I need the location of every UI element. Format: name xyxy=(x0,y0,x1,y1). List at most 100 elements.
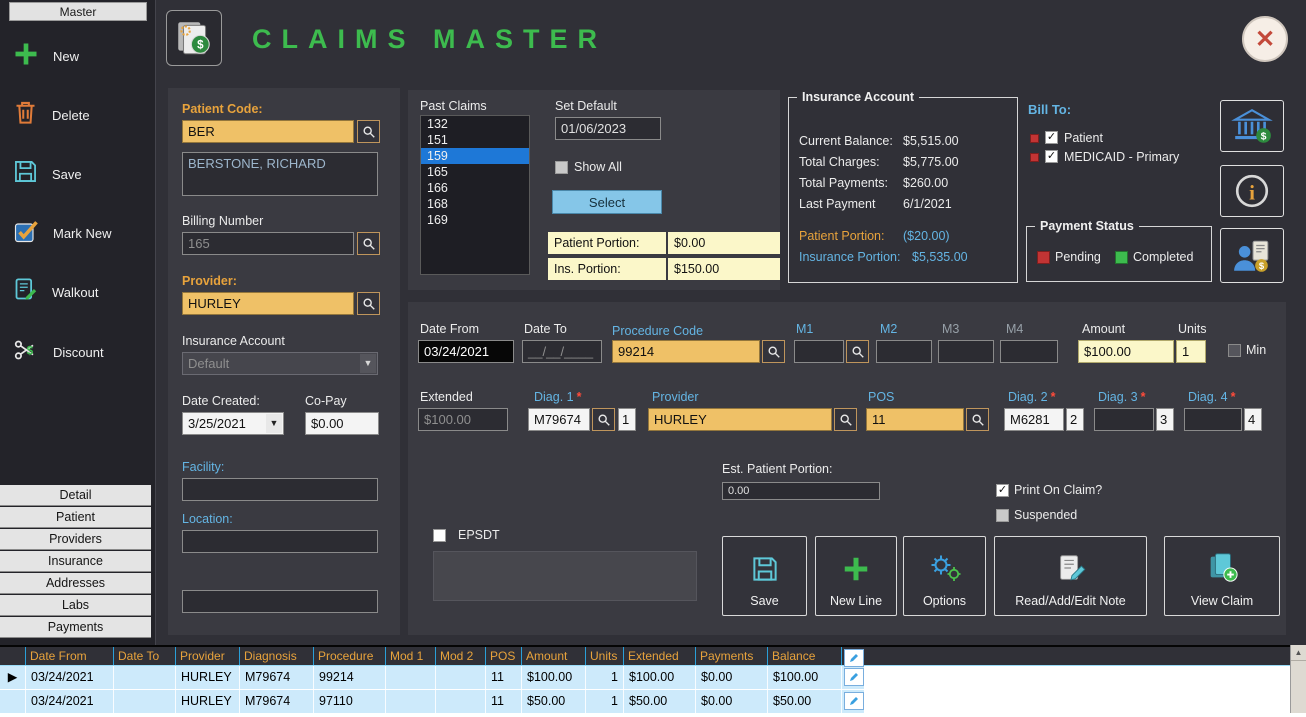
pos-input[interactable]: 11 xyxy=(866,408,964,431)
patient-code-input[interactable]: BER xyxy=(182,120,354,143)
ins-portion-value[interactable]: $150.00 xyxy=(668,258,780,280)
row-selector-arrow[interactable]: ▶ xyxy=(0,666,26,689)
units-input[interactable]: 1 xyxy=(1176,340,1206,363)
diag4-input[interactable] xyxy=(1184,408,1242,431)
extra-input[interactable] xyxy=(182,590,378,613)
column-header[interactable]: Payments xyxy=(696,647,768,665)
facility-input[interactable] xyxy=(182,478,378,501)
cell[interactable] xyxy=(114,690,176,713)
date-created-input[interactable]: 3/25/2021 ▼ xyxy=(182,412,284,435)
column-header[interactable]: Date To xyxy=(114,647,176,665)
table-row[interactable]: 03/24/2021 HURLEY M79674 97110 11 $50.00… xyxy=(0,690,1306,714)
show-all-checkbox[interactable] xyxy=(555,161,568,174)
column-header[interactable]: Units xyxy=(586,647,624,665)
cell[interactable]: 11 xyxy=(486,666,522,689)
line-provider-input[interactable]: HURLEY xyxy=(648,408,832,431)
m3-input[interactable] xyxy=(938,340,994,363)
save-line-button[interactable]: Save xyxy=(722,536,807,616)
cell[interactable]: M79674 xyxy=(240,690,314,713)
sidebar-tab-patient[interactable]: Patient xyxy=(0,507,151,528)
diag2-input[interactable]: M6281 xyxy=(1004,408,1064,431)
cell[interactable]: 03/24/2021 xyxy=(26,690,114,713)
new-button[interactable]: New xyxy=(12,33,152,79)
column-header[interactable]: Date From xyxy=(26,647,114,665)
walkout-button[interactable]: Walkout xyxy=(12,269,152,315)
cell[interactable] xyxy=(436,690,486,713)
min-checkbox[interactable] xyxy=(1228,344,1241,357)
sidebar-tab-addresses[interactable]: Addresses xyxy=(0,573,151,594)
insurance-billing-button[interactable]: $ xyxy=(1220,100,1284,152)
cell[interactable]: 99214 xyxy=(314,666,386,689)
sidebar-tab-payments[interactable]: Payments xyxy=(0,617,151,638)
cell[interactable]: $100.00 xyxy=(522,666,586,689)
cell[interactable]: 03/24/2021 xyxy=(26,666,114,689)
column-header[interactable]: Extended xyxy=(624,647,696,665)
cell[interactable] xyxy=(436,666,486,689)
list-item[interactable]: 132 xyxy=(421,116,529,132)
column-header[interactable]: Mod 1 xyxy=(386,647,436,665)
edit-row-button[interactable] xyxy=(844,692,864,710)
cell[interactable]: 1 xyxy=(586,690,624,713)
epsdt-checkbox[interactable] xyxy=(433,529,446,542)
billing-number-input[interactable]: 165 xyxy=(182,232,354,255)
column-header[interactable]: Amount xyxy=(522,647,586,665)
column-header[interactable]: Procedure xyxy=(314,647,386,665)
mark-new-button[interactable]: Mark New xyxy=(12,210,152,256)
info-button[interactable]: i xyxy=(1220,165,1284,217)
cell[interactable]: 1 xyxy=(586,666,624,689)
cell[interactable]: $50.00 xyxy=(522,690,586,713)
date-to-input[interactable]: __/__/____ xyxy=(522,340,602,363)
table-row[interactable]: ▶ 03/24/2021 HURLEY M79674 99214 11 $100… xyxy=(0,666,1306,690)
column-header[interactable]: POS xyxy=(486,647,522,665)
close-button[interactable]: ✕ xyxy=(1242,16,1288,62)
tab-master[interactable]: Master xyxy=(9,2,147,21)
m1-search-button[interactable] xyxy=(846,340,869,363)
cell[interactable]: 97110 xyxy=(314,690,386,713)
cell[interactable] xyxy=(386,666,436,689)
insurance-account-select[interactable]: Default ▼ xyxy=(182,352,378,375)
column-header[interactable]: Mod 2 xyxy=(436,647,486,665)
row-selector[interactable] xyxy=(0,690,26,713)
cell[interactable] xyxy=(386,690,436,713)
list-item[interactable]: 165 xyxy=(421,164,529,180)
select-button[interactable]: Select xyxy=(552,190,662,214)
sidebar-tab-insurance[interactable]: Insurance xyxy=(0,551,151,572)
epsdt-notes-textarea[interactable] xyxy=(433,551,697,601)
options-button[interactable]: Options xyxy=(903,536,986,616)
billing-number-search-button[interactable] xyxy=(357,232,380,255)
sidebar-tab-providers[interactable]: Providers xyxy=(0,529,151,550)
suspended-checkbox[interactable] xyxy=(996,509,1009,522)
cell[interactable]: HURLEY xyxy=(176,666,240,689)
bill-to-medicaid-checkbox[interactable]: ✓ xyxy=(1045,150,1058,163)
diag1-search-button[interactable] xyxy=(592,408,615,431)
new-line-button[interactable]: New Line xyxy=(815,536,897,616)
location-input[interactable] xyxy=(182,530,378,553)
table-scrollbar[interactable]: ▲ xyxy=(1290,645,1306,713)
date-from-input[interactable]: 03/24/2021 xyxy=(418,340,514,363)
edit-row-button[interactable] xyxy=(844,668,864,686)
diag1-input[interactable]: M79674 xyxy=(528,408,590,431)
list-item[interactable]: 151 xyxy=(421,132,529,148)
m4-input[interactable] xyxy=(1000,340,1058,363)
patient-portion-value[interactable]: $0.00 xyxy=(668,232,780,254)
m1-input[interactable] xyxy=(794,340,844,363)
line-provider-search-button[interactable] xyxy=(834,408,857,431)
view-claim-button[interactable]: View Claim xyxy=(1164,536,1280,616)
sidebar-tab-detail[interactable]: Detail xyxy=(0,485,151,506)
cell[interactable]: HURLEY xyxy=(176,690,240,713)
set-default-input[interactable]: 01/06/2023 xyxy=(555,117,661,140)
sidebar-tab-labs[interactable]: Labs xyxy=(0,595,151,616)
column-header[interactable]: Provider xyxy=(176,647,240,665)
provider-search-button[interactable] xyxy=(357,292,380,315)
column-header[interactable]: Diagnosis xyxy=(240,647,314,665)
print-on-claim-checkbox[interactable]: ✓ xyxy=(996,484,1009,497)
column-header[interactable]: Balance xyxy=(768,647,842,665)
list-item[interactable]: 169 xyxy=(421,212,529,228)
cell[interactable]: $50.00 xyxy=(624,690,696,713)
patient-code-search-button[interactable] xyxy=(357,120,380,143)
patient-account-button[interactable]: $ xyxy=(1220,228,1284,283)
list-item[interactable]: 168 xyxy=(421,196,529,212)
cell[interactable]: $50.00 xyxy=(768,690,842,713)
cell[interactable]: 11 xyxy=(486,690,522,713)
procedure-code-search-button[interactable] xyxy=(762,340,785,363)
